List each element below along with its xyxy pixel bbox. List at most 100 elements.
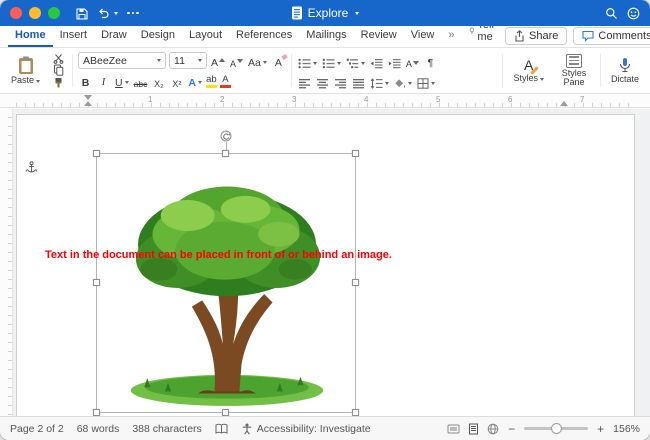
- shrink-font-button[interactable]: A: [229, 53, 244, 69]
- paste-dropdown-chevron[interactable]: [36, 80, 40, 83]
- change-case-button[interactable]: Aa: [247, 53, 268, 69]
- copy-icon: [53, 64, 64, 76]
- zoom-slider-thumb[interactable]: [551, 423, 562, 434]
- superscript-button[interactable]: X²: [169, 73, 184, 89]
- word-window: Explore Home Insert Draw Design Layout R…: [0, 0, 650, 440]
- multilevel-list-button[interactable]: [345, 53, 366, 69]
- resize-handle-middle-right[interactable]: [352, 279, 359, 286]
- clear-formatting-button[interactable]: A: [271, 53, 286, 69]
- right-indent-marker[interactable]: [560, 101, 568, 106]
- resize-handle-middle-left[interactable]: [93, 279, 100, 286]
- object-anchor-icon[interactable]: [25, 161, 38, 175]
- strikethrough-button[interactable]: abc: [133, 73, 149, 89]
- horizontal-ruler: 1 2 3 4 5 6 7: [0, 94, 650, 108]
- share-button[interactable]: Share: [505, 27, 567, 45]
- dictate-button[interactable]: Dictate: [606, 50, 644, 91]
- tree-clipart-image[interactable]: [109, 170, 345, 408]
- focus-view-icon[interactable]: [447, 423, 460, 435]
- tab-insert[interactable]: Insert: [53, 26, 95, 47]
- tab-view[interactable]: View: [404, 26, 442, 47]
- font-color-button[interactable]: A: [220, 73, 231, 89]
- font-name-combobox[interactable]: ABeeZee: [78, 52, 166, 69]
- numbering-button[interactable]: [321, 53, 342, 69]
- save-icon[interactable]: [76, 7, 88, 20]
- image-selection-frame[interactable]: [96, 153, 356, 413]
- ruler-number: 2: [220, 95, 224, 104]
- document-body-text[interactable]: Text in the document can be placed in fr…: [45, 249, 392, 261]
- styles-pane-button[interactable]: Styles Pane: [553, 50, 595, 91]
- bold-button[interactable]: B: [78, 73, 93, 89]
- resize-handle-bottom-left[interactable]: [93, 409, 100, 416]
- tab-design[interactable]: Design: [134, 26, 182, 47]
- hanging-indent-marker[interactable]: [84, 101, 92, 106]
- paste-button[interactable]: Paste: [6, 50, 45, 91]
- zoom-slider[interactable]: [524, 427, 588, 430]
- comments-button[interactable]: Comments: [573, 27, 650, 45]
- underline-button[interactable]: U: [114, 73, 130, 89]
- tab-layout[interactable]: Layout: [182, 26, 229, 47]
- tab-review[interactable]: Review: [354, 26, 404, 47]
- resize-handle-bottom-middle[interactable]: [222, 409, 229, 416]
- copy-button[interactable]: [50, 64, 66, 76]
- more-commands-icon[interactable]: [127, 12, 139, 15]
- zoom-level[interactable]: 156%: [613, 423, 640, 435]
- grow-font-button[interactable]: A: [210, 53, 226, 69]
- align-center-button[interactable]: [315, 73, 330, 89]
- align-left-button[interactable]: [297, 73, 312, 89]
- font-size-combobox[interactable]: 11: [169, 52, 207, 69]
- title-dropdown-chevron[interactable]: [355, 12, 359, 15]
- document-page[interactable]: Text in the document can be placed in fr…: [16, 114, 635, 416]
- first-line-indent-marker[interactable]: [84, 95, 92, 100]
- accessibility-label: Accessibility: Investigate: [257, 423, 371, 435]
- share-comments-area: Share Comments: [505, 27, 650, 47]
- resize-handle-top-right[interactable]: [352, 150, 359, 157]
- undo-button[interactable]: [97, 7, 118, 19]
- bullets-button[interactable]: [297, 53, 318, 69]
- search-icon[interactable]: [605, 7, 618, 20]
- italic-label: I: [102, 78, 106, 89]
- tab-draw[interactable]: Draw: [94, 26, 134, 47]
- borders-button[interactable]: [416, 73, 436, 89]
- titlebar-right-icons: [605, 7, 640, 20]
- resize-handle-top-left[interactable]: [93, 150, 100, 157]
- accessibility-status[interactable]: Accessibility: Investigate: [241, 423, 371, 435]
- tab-home[interactable]: Home: [8, 26, 53, 47]
- tabs-overflow-chevron[interactable]: »: [441, 26, 461, 47]
- sort-button[interactable]: A: [405, 53, 420, 69]
- decrease-indent-button[interactable]: [369, 53, 384, 69]
- format-painter-button[interactable]: [50, 77, 66, 89]
- web-layout-view-icon[interactable]: [487, 423, 499, 435]
- highlight-button[interactable]: ab: [206, 73, 217, 89]
- feedback-smiley-icon[interactable]: [627, 7, 640, 20]
- rotation-handle[interactable]: [220, 130, 232, 142]
- microphone-icon: [618, 57, 632, 74]
- show-paragraph-marks-button[interactable]: ¶: [423, 53, 438, 69]
- styles-button[interactable]: A Styles: [508, 50, 549, 91]
- zoom-in-button[interactable]: +: [596, 422, 605, 436]
- font-name-value: ABeeZee: [83, 55, 127, 67]
- print-layout-view-icon[interactable]: [468, 423, 479, 435]
- page-count-indicator[interactable]: Page 2 of 2: [10, 423, 64, 435]
- tab-mailings[interactable]: Mailings: [299, 26, 353, 47]
- increase-indent-button[interactable]: [387, 53, 402, 69]
- word-count-indicator[interactable]: 68 words: [77, 423, 120, 435]
- text-effects-button[interactable]: A: [187, 73, 203, 89]
- character-count-indicator[interactable]: 388 characters: [132, 423, 201, 435]
- subscript-button[interactable]: X₂: [151, 73, 166, 89]
- zoom-out-button[interactable]: −: [507, 422, 516, 436]
- proofing-status[interactable]: [215, 423, 228, 435]
- justify-button[interactable]: [351, 73, 366, 89]
- cut-button[interactable]: [50, 52, 66, 64]
- tab-references[interactable]: References: [229, 26, 299, 47]
- italic-button[interactable]: I: [96, 73, 111, 89]
- resize-handle-top-middle[interactable]: [222, 150, 229, 157]
- font-color-bar: [220, 85, 231, 88]
- styles-pane-icon: [566, 54, 582, 68]
- resize-handle-bottom-right[interactable]: [352, 409, 359, 416]
- line-spacing-button[interactable]: [369, 73, 390, 89]
- align-right-button[interactable]: [333, 73, 348, 89]
- shading-button[interactable]: [393, 73, 413, 89]
- line-spacing-chevron: [385, 82, 389, 85]
- styles-chevron[interactable]: [540, 78, 544, 81]
- undo-dropdown-chevron[interactable]: [114, 12, 118, 15]
